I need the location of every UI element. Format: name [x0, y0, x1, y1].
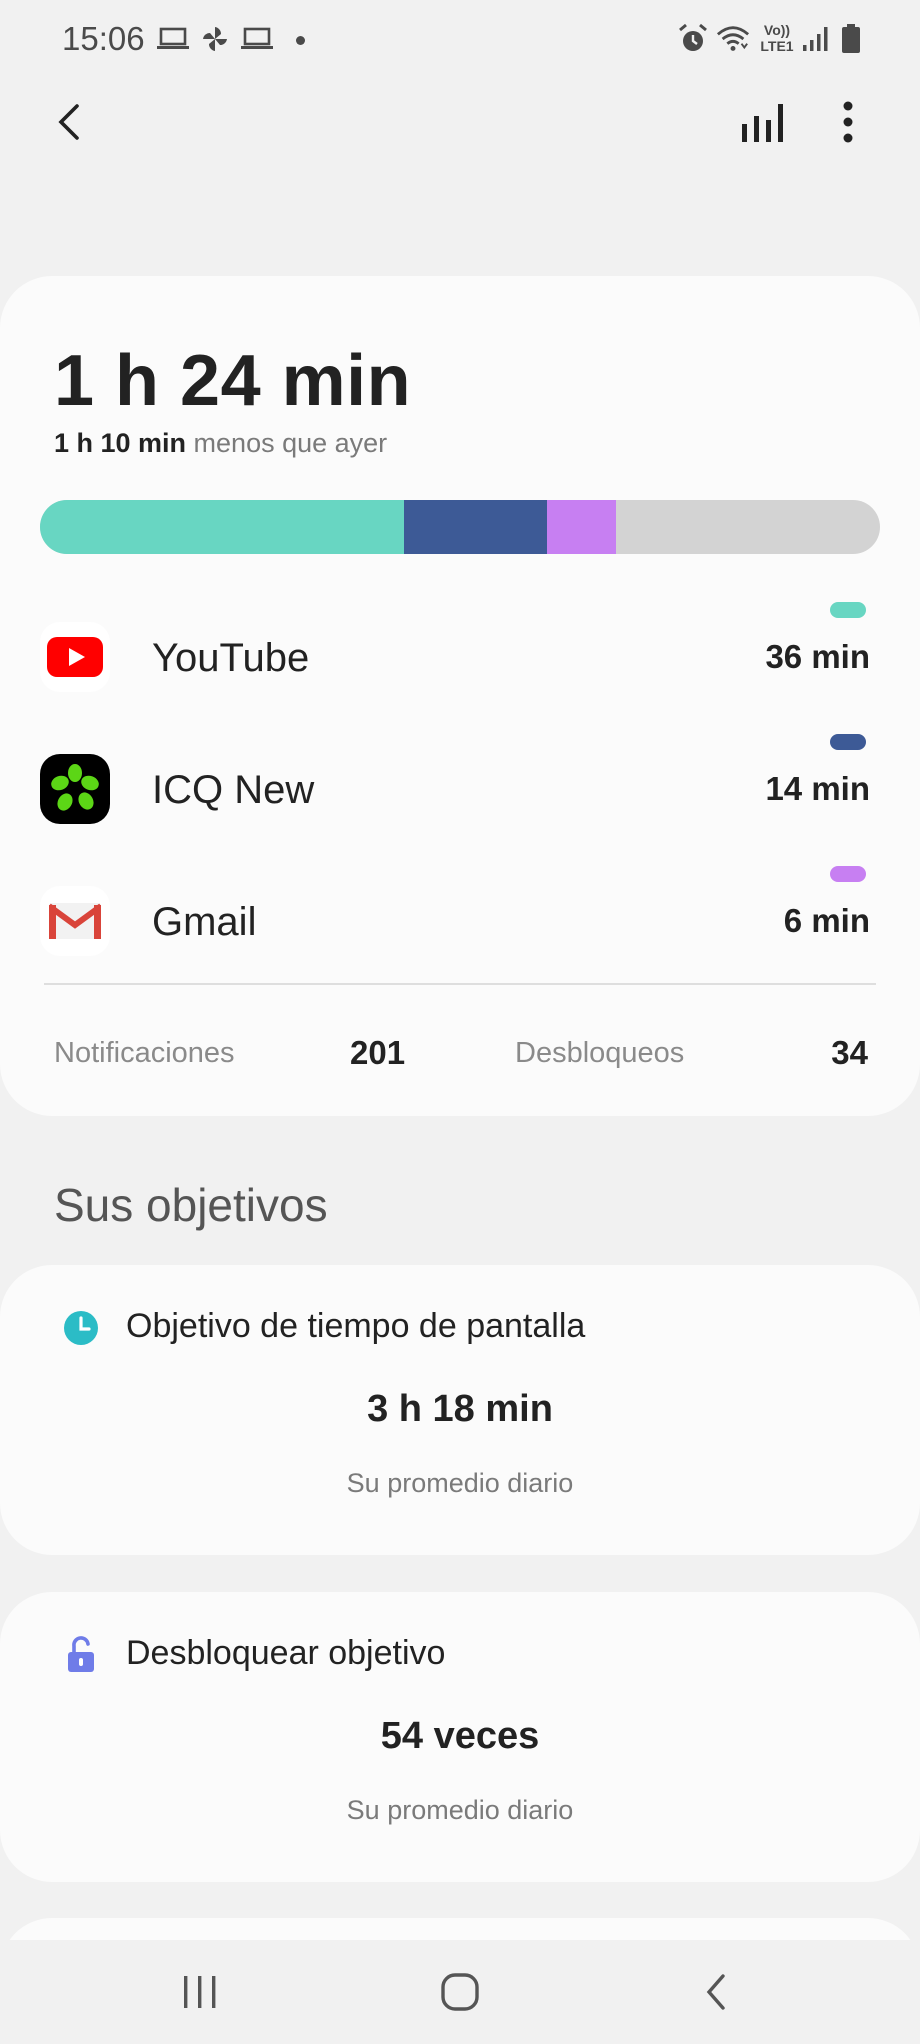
status-bar: 15:06 Vo)) LTE1	[0, 0, 920, 80]
unlock-goal-value: 54 veces	[380, 1715, 540, 1757]
usage-segment-gmail	[547, 500, 617, 554]
divider	[44, 983, 876, 985]
pinwheel-icon	[198, 24, 232, 54]
app-color-swatch	[830, 734, 866, 750]
usage-segment-youtube	[40, 500, 404, 554]
volte-label: Vo))	[763, 22, 791, 38]
lte-label: LTE1	[760, 38, 794, 54]
gmail-icon	[40, 886, 110, 956]
unlock-goal-title: Desbloquear objetivo	[126, 1634, 446, 1672]
volte-lte-icon: Vo)) LTE1	[758, 22, 796, 56]
app-row-youtube[interactable]: YouTube 36 min	[40, 600, 870, 710]
recent-apps-button[interactable]	[150, 1958, 250, 2026]
total-screen-time: 1 h 24 min	[54, 341, 412, 421]
home-icon	[441, 1973, 479, 2011]
unlocks-label: Desbloqueos	[515, 1037, 685, 1069]
signal-icon	[798, 24, 832, 54]
app-name: YouTube	[152, 636, 310, 680]
laptop-icon	[156, 24, 190, 54]
recents-icon	[184, 1976, 216, 2008]
unlock-icon	[62, 1636, 100, 1674]
app-name: Gmail	[152, 900, 257, 944]
alarm-icon	[676, 23, 710, 54]
compare-yesterday: 1 h 10 min menos que ayer	[54, 428, 387, 459]
usage-bar	[40, 500, 880, 554]
more-vert-icon	[843, 101, 853, 143]
app-color-swatch	[830, 866, 866, 882]
app-row-icq[interactable]: ICQ New 14 min	[40, 732, 870, 842]
compare-suffix: menos que ayer	[186, 428, 388, 458]
nav-back-icon	[706, 1974, 725, 2010]
youtube-icon	[40, 622, 110, 692]
screen-time-goal-sub: Su promedio diario	[346, 1468, 574, 1498]
app-time: 36 min	[765, 638, 870, 675]
notifications-value: 201	[350, 1034, 406, 1071]
bar-chart-icon	[742, 104, 783, 142]
icq-icon	[40, 754, 110, 824]
top-app-bar	[0, 90, 920, 160]
app-row-gmail[interactable]: Gmail 6 min	[40, 864, 870, 974]
notification-dot-icon	[296, 36, 305, 45]
home-button[interactable]	[410, 1958, 510, 2026]
app-name: ICQ New	[152, 768, 315, 812]
screen-time-goal-title: Objetivo de tiempo de pantalla	[126, 1307, 586, 1345]
more-options-button[interactable]	[816, 90, 880, 154]
app-color-swatch	[830, 602, 866, 618]
compare-amount: 1 h 10 min	[54, 428, 187, 458]
unlocks-value: 34	[831, 1034, 868, 1071]
laptop-icon-2	[240, 24, 274, 54]
nav-back-button[interactable]	[666, 1958, 766, 2026]
status-time: 15:06	[62, 20, 145, 57]
screen-time-goal-value: 3 h 18 min	[367, 1388, 553, 1430]
app-time: 6 min	[783, 902, 870, 939]
battery-icon	[834, 24, 868, 54]
chevron-left-icon	[58, 104, 79, 140]
app-time: 14 min	[765, 770, 870, 807]
goals-section-title: Sus objetivos	[54, 1179, 328, 1231]
back-button[interactable]	[38, 90, 102, 154]
notifications-label: Notificaciones	[54, 1037, 235, 1069]
system-nav-bar	[0, 1940, 920, 2044]
wifi-icon	[716, 24, 750, 54]
usage-segment-icq-new	[403, 500, 548, 554]
clock-icon	[62, 1309, 100, 1347]
unlock-goal-sub: Su promedio diario	[346, 1795, 574, 1825]
stats-button[interactable]	[730, 90, 794, 154]
